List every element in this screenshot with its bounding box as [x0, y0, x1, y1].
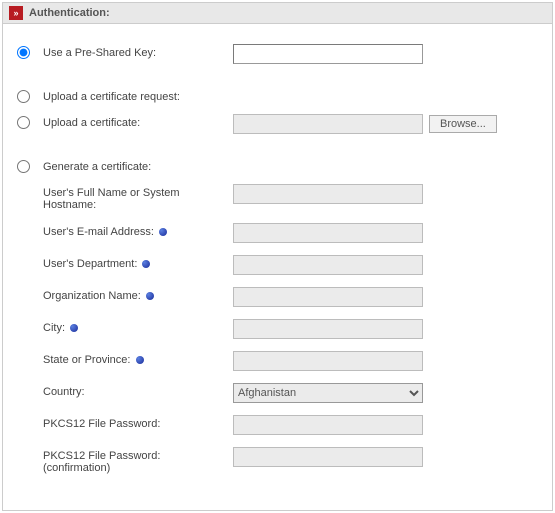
radio-upload-request[interactable] [17, 90, 30, 103]
info-icon[interactable] [136, 356, 144, 364]
info-icon[interactable] [142, 260, 150, 268]
psk-input[interactable] [233, 44, 423, 64]
label-city: City: [43, 322, 65, 334]
label-state: State or Province: [43, 354, 130, 366]
field-pkcs-pw2-row: PKCS12 File Password: (confirmation) [17, 447, 538, 474]
radio-generate[interactable] [17, 160, 30, 173]
upload-path-input[interactable] [233, 114, 423, 134]
field-org-row: Organization Name: [17, 287, 538, 307]
field-country-row: Country: Afghanistan [17, 383, 538, 403]
panel-title: Authentication: [29, 7, 110, 19]
field-dept-row: User's Department: [17, 255, 538, 275]
label-pkcs-pw2: PKCS12 File Password: (confirmation) [43, 450, 160, 474]
collapse-icon[interactable]: » [9, 6, 23, 20]
label-org: Organization Name: [43, 290, 141, 302]
label-upload-request: Upload a certificate request: [43, 88, 233, 103]
info-icon[interactable] [70, 324, 78, 332]
fullname-input[interactable] [233, 184, 423, 204]
authentication-panel: » Authentication: Use a Pre-Shared Key: … [2, 2, 553, 511]
field-email-row: User's E-mail Address: [17, 223, 538, 243]
info-icon[interactable] [159, 228, 167, 236]
label-upload-cert: Upload a certificate: [43, 114, 233, 129]
browse-button[interactable]: Browse... [429, 115, 497, 133]
country-select[interactable]: Afghanistan [233, 383, 423, 403]
label-generate: Generate a certificate: [43, 158, 233, 173]
label-dept: User's Department: [43, 258, 137, 270]
state-input[interactable] [233, 351, 423, 371]
label-country: Country: [43, 386, 85, 398]
radio-upload-cert[interactable] [17, 116, 30, 129]
dept-input[interactable] [233, 255, 423, 275]
field-city-row: City: [17, 319, 538, 339]
pkcs-password-confirm-input[interactable] [233, 447, 423, 467]
label-fullname: User's Full Name or System Hostname: [43, 187, 180, 211]
email-input[interactable] [233, 223, 423, 243]
radio-psk[interactable] [17, 46, 30, 59]
panel-header: » Authentication: [3, 3, 552, 24]
label-pkcs-pw: PKCS12 File Password: [43, 418, 160, 430]
option-psk-row: Use a Pre-Shared Key: [17, 44, 538, 64]
info-icon[interactable] [146, 292, 154, 300]
option-upload-cert-row: Upload a certificate: Browse... [17, 114, 538, 134]
option-generate-row: Generate a certificate: [17, 158, 538, 176]
field-pkcs-pw-row: PKCS12 File Password: [17, 415, 538, 435]
panel-body: Use a Pre-Shared Key: Upload a certifica… [3, 24, 552, 510]
field-state-row: State or Province: [17, 351, 538, 371]
city-input[interactable] [233, 319, 423, 339]
pkcs-password-input[interactable] [233, 415, 423, 435]
label-psk: Use a Pre-Shared Key: [43, 44, 233, 59]
option-upload-req-row: Upload a certificate request: [17, 88, 538, 106]
label-email: User's E-mail Address: [43, 226, 154, 238]
field-fullname-row: User's Full Name or System Hostname: [17, 184, 538, 211]
org-input[interactable] [233, 287, 423, 307]
generate-fields: User's Full Name or System Hostname: Use… [17, 184, 538, 474]
